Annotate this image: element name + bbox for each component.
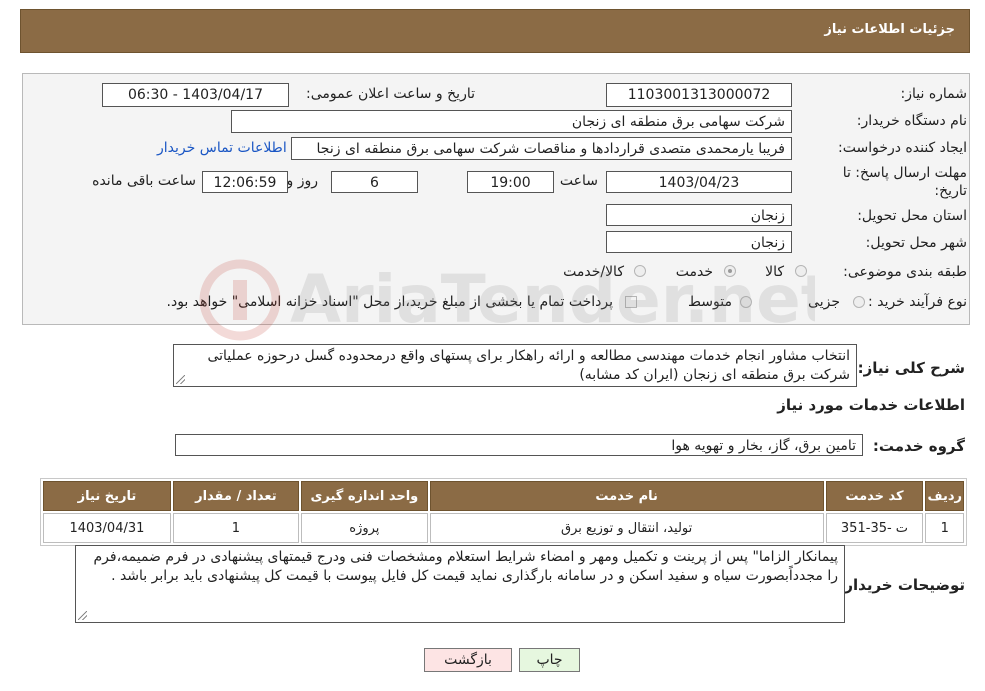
announce-label: تاریخ و ساعت اعلان عمومی:	[306, 86, 475, 102]
deadline-label-date: تاریخ:	[934, 183, 967, 199]
service-group-field: تامین برق، گاز، بخار و تهویه هوا	[175, 434, 863, 456]
category-label: طبقه بندی موضوعی:	[843, 264, 967, 280]
page-title: جزئیات اطلاعات نیاز	[824, 22, 955, 37]
col-service-name: نام خدمت	[429, 481, 824, 511]
description-textarea: انتخاب مشاور انجام خدمات مهندسی مطالعه و…	[173, 344, 857, 387]
province-label: استان محل تحویل:	[857, 208, 967, 224]
province-field: زنجان	[606, 204, 792, 226]
creator-field: فریبا یارمحمدی متصدی قراردادها و مناقصات…	[291, 137, 792, 160]
cell-need-date: 1403/04/31	[43, 513, 171, 543]
col-quantity: تعداد / مقدار	[172, 481, 299, 511]
announce-field: 1403/04/17 - 06:30	[102, 83, 289, 107]
resize-grip-icon[interactable]	[176, 375, 185, 384]
description-label: شرح کلی نیاز:	[857, 359, 965, 377]
back-button[interactable]: بازگشت	[424, 648, 512, 672]
buyer-org-field: شرکت سهامی برق منطقه ای زنجان	[231, 110, 792, 133]
city-label: شهر محل تحویل:	[865, 235, 967, 251]
cell-unit: پروژه	[300, 513, 428, 543]
buyer-notes-text: پیمانکار الزاما" پس از پرینت و تکمیل ومه…	[93, 549, 838, 584]
buyer-contact-link[interactable]: اطلاعات تماس خریدار	[157, 140, 287, 156]
cell-row-number: 1	[925, 513, 964, 543]
page-header: جزئیات اطلاعات نیاز	[20, 9, 970, 53]
resize-grip-icon[interactable]	[78, 611, 87, 620]
process-radio-minor[interactable]	[853, 296, 865, 308]
cell-service-name: تولید، انتقال و توزیع برق	[429, 513, 824, 543]
category-radio-goods[interactable]	[795, 265, 807, 277]
process-option-medium: متوسط	[688, 294, 732, 310]
payment-note: پرداخت تمام یا بخشی از مبلغ خرید،از محل …	[166, 294, 613, 310]
remaining-time-field: 12:06:59	[202, 171, 288, 193]
treasury-checkbox[interactable]	[625, 296, 637, 308]
days-field: 6	[331, 171, 418, 193]
deadline-label: مهلت ارسال پاسخ: تا	[842, 165, 967, 181]
service-group-label: گروه خدمت:	[872, 437, 965, 455]
deadline-hour-label: ساعت	[559, 173, 598, 189]
services-section-title: اطلاعات خدمات مورد نیاز	[777, 396, 965, 414]
need-number-field: 1103001313000072	[606, 83, 792, 107]
deadline-hour-field: 19:00	[467, 171, 554, 193]
need-number-label: شماره نیاز:	[900, 86, 968, 102]
col-row-number: ردیف	[925, 481, 964, 511]
creator-label: ایجاد کننده درخواست:	[838, 140, 967, 156]
category-option-service: خدمت	[675, 264, 713, 280]
category-radio-service[interactable]	[724, 265, 736, 277]
table-row: 1 ت -35-351 تولید، انتقال و توزیع برق پر…	[43, 513, 964, 543]
category-option-goods-service: کالا/خدمت	[563, 264, 624, 280]
remaining-label: ساعت باقی مانده	[92, 173, 196, 189]
process-radio-medium[interactable]	[740, 296, 752, 308]
cell-quantity: 1	[172, 513, 299, 543]
buyer-org-label: نام دستگاه خریدار:	[856, 113, 967, 129]
col-service-code: کد خدمت	[825, 481, 924, 511]
col-need-date: تاریخ نیاز	[43, 481, 171, 511]
process-option-minor: جزیی	[808, 294, 840, 310]
buyer-notes-label: توضیحات خریدار:	[838, 576, 965, 594]
cell-service-code: ت -35-351	[825, 513, 924, 543]
days-label: روز و	[286, 173, 319, 189]
table-header-row: ردیف کد خدمت نام خدمت واحد اندازه گیری ت…	[43, 481, 964, 511]
deadline-date-field: 1403/04/23	[606, 171, 792, 193]
print-button[interactable]: چاپ	[519, 648, 580, 672]
category-radio-goods-service[interactable]	[634, 265, 646, 277]
description-text: انتخاب مشاور انجام خدمات مهندسی مطالعه و…	[207, 348, 850, 383]
services-table: ردیف کد خدمت نام خدمت واحد اندازه گیری ت…	[40, 478, 967, 546]
buyer-notes-textarea: پیمانکار الزاما" پس از پرینت و تکمیل ومه…	[75, 545, 845, 623]
city-field: زنجان	[606, 231, 792, 253]
col-unit: واحد اندازه گیری	[300, 481, 428, 511]
process-label: نوع فرآیند خرید :	[868, 294, 967, 310]
category-option-goods: کالا	[765, 264, 784, 280]
